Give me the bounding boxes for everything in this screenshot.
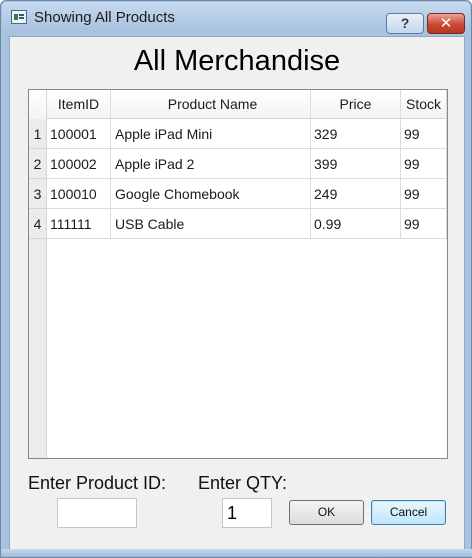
column-header-product-name[interactable]: Product Name [111, 90, 311, 119]
cell-stock[interactable]: 99 [401, 209, 447, 239]
product-id-label: Enter Product ID: [28, 473, 167, 493]
row-number[interactable]: 1 [29, 119, 47, 149]
window-bottom-border [1, 549, 472, 557]
cell-itemid[interactable]: 100001 [47, 119, 111, 149]
cell-price[interactable]: 0.99 [311, 209, 401, 239]
cell-itemid[interactable]: 100002 [47, 149, 111, 179]
close-button[interactable]: ✕ [427, 13, 465, 34]
table-row[interactable]: 4 111111 USB Cable 0.99 99 [29, 209, 447, 239]
help-icon: ? [400, 15, 410, 31]
cell-price[interactable]: 249 [311, 179, 401, 209]
table-row[interactable]: 1 100001 Apple iPad Mini 329 99 [29, 119, 447, 149]
help-button[interactable]: ? [386, 13, 424, 34]
products-table[interactable]: ItemID Product Name Price Stock 1 100001… [28, 89, 448, 459]
row-number[interactable]: 2 [29, 149, 47, 179]
cell-itemid[interactable]: 111111 [47, 209, 111, 239]
dialog-window: Showing All Products ? ✕ All Merchandise… [0, 0, 472, 558]
cell-product-name[interactable]: USB Cable [111, 209, 311, 239]
column-header-stock[interactable]: Stock [401, 90, 447, 119]
table-corner-button[interactable] [29, 90, 47, 119]
column-header-itemid[interactable]: ItemID [47, 90, 111, 119]
window-title: Showing All Products [34, 9, 175, 26]
cell-stock[interactable]: 99 [401, 119, 447, 149]
ok-button[interactable]: OK [289, 500, 364, 525]
table-row[interactable]: 3 100010 Google Chomebook 249 99 [29, 179, 447, 209]
cell-stock[interactable]: 99 [401, 179, 447, 209]
column-header-price[interactable]: Price [311, 90, 401, 119]
table-row[interactable]: 2 100002 Apple iPad 2 399 99 [29, 149, 447, 179]
cell-price[interactable]: 329 [311, 119, 401, 149]
qty-input[interactable] [222, 498, 272, 528]
cell-stock[interactable]: 99 [401, 149, 447, 179]
window-app-icon [11, 10, 27, 24]
table-header: ItemID Product Name Price Stock [29, 90, 447, 119]
product-id-input[interactable] [57, 498, 137, 528]
cell-price[interactable]: 399 [311, 149, 401, 179]
row-number[interactable]: 4 [29, 209, 47, 239]
cell-product-name[interactable]: Apple iPad Mini [111, 119, 311, 149]
title-bar[interactable]: Showing All Products ? ✕ [2, 2, 470, 34]
dialog-client-area: All Merchandise ItemID Product Name Pric… [9, 36, 465, 550]
close-icon: ✕ [439, 15, 453, 32]
page-title: All Merchandise [133, 45, 341, 77]
row-number[interactable]: 3 [29, 179, 47, 209]
cell-product-name[interactable]: Google Chomebook [111, 179, 311, 209]
cell-itemid[interactable]: 100010 [47, 179, 111, 209]
cancel-button[interactable]: Cancel [371, 500, 446, 525]
qty-label: Enter QTY: [198, 473, 288, 493]
cell-product-name[interactable]: Apple iPad 2 [111, 149, 311, 179]
